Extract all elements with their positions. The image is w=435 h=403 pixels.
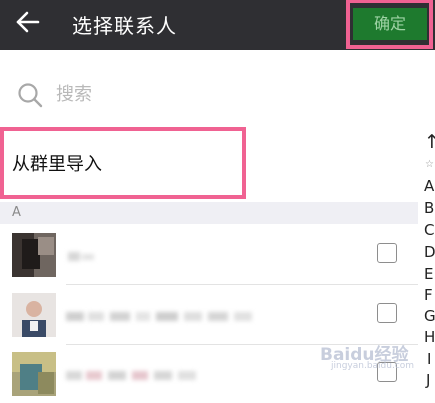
back-arrow-icon bbox=[16, 11, 40, 33]
contact-checkbox[interactable] bbox=[377, 303, 397, 323]
search-input[interactable] bbox=[56, 80, 356, 108]
confirm-highlight-box bbox=[346, 0, 433, 49]
index-letter[interactable]: D bbox=[424, 243, 435, 261]
index-letter[interactable]: C bbox=[424, 221, 434, 239]
import-highlight-box bbox=[0, 127, 246, 199]
index-letter[interactable]: G bbox=[424, 307, 435, 325]
back-button[interactable] bbox=[10, 8, 46, 40]
contact-avatar bbox=[12, 233, 56, 277]
contact-name bbox=[66, 248, 96, 262]
section-header: A bbox=[0, 202, 418, 224]
index-letter[interactable]: E bbox=[424, 265, 433, 283]
index-letter[interactable]: I bbox=[427, 350, 431, 368]
index-letter[interactable]: F bbox=[424, 286, 433, 304]
index-letter[interactable]: A bbox=[424, 177, 434, 195]
contact-row[interactable] bbox=[0, 288, 418, 344]
contact-name bbox=[66, 367, 216, 381]
page-title: 选择联系人 bbox=[72, 14, 177, 38]
index-letter[interactable]: H bbox=[424, 328, 435, 346]
contact-row[interactable] bbox=[0, 228, 418, 284]
contact-name bbox=[66, 308, 256, 322]
row-divider bbox=[66, 284, 418, 285]
search-bar[interactable] bbox=[0, 64, 410, 124]
watermark-url: jingyan.baidu.com bbox=[331, 361, 415, 371]
index-top-arrow[interactable]: ↑ bbox=[424, 131, 435, 153]
section-letter: A bbox=[12, 205, 21, 220]
contact-checkbox[interactable] bbox=[377, 243, 397, 263]
search-icon bbox=[18, 83, 43, 108]
contact-avatar bbox=[12, 293, 56, 337]
contact-avatar bbox=[12, 352, 56, 396]
index-letter[interactable]: J bbox=[426, 371, 430, 389]
index-star[interactable]: ☆ bbox=[425, 159, 434, 170]
index-letter[interactable]: B bbox=[424, 199, 434, 217]
